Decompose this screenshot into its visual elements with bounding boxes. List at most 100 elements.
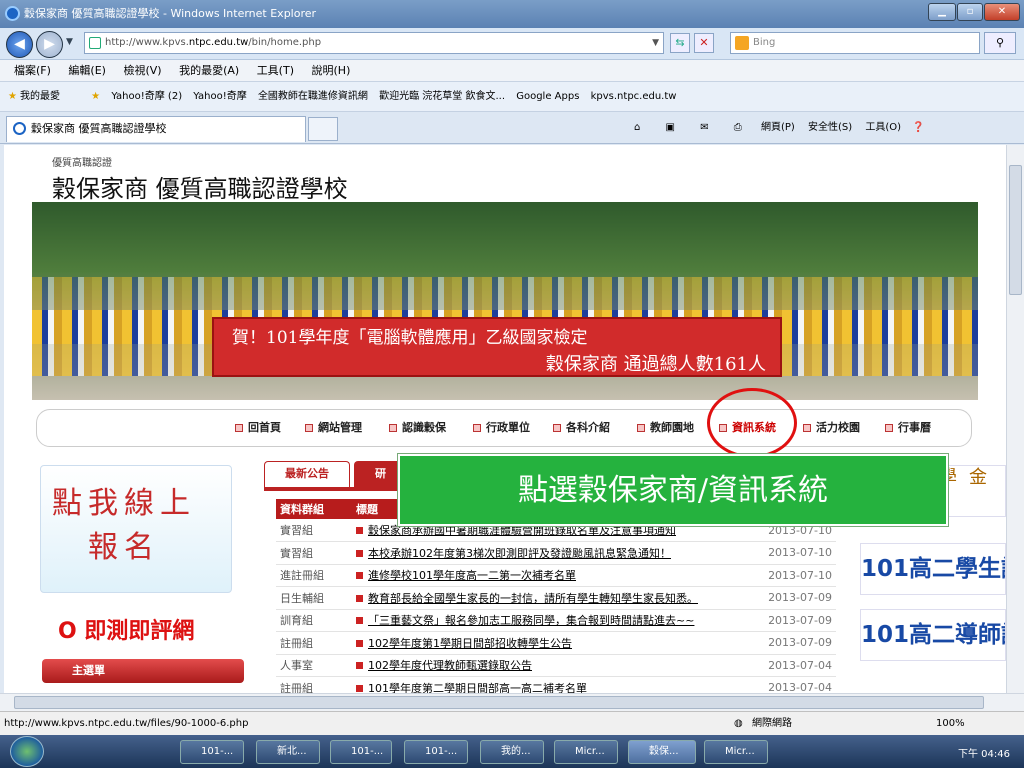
favorites-bar: ★ 我的最愛 ★ Yahoo!奇摩 (2) Yahoo!奇摩 全國教師在職進修資訊… bbox=[0, 82, 1024, 112]
address-dropdown-icon[interactable]: ▼ bbox=[652, 33, 659, 53]
nav-about[interactable]: 認識穀保 bbox=[389, 410, 446, 446]
search-placeholder: Bing bbox=[753, 37, 776, 48]
tab-active[interactable]: 穀保家商 優質高職認證學校 bbox=[6, 116, 306, 142]
print-icon[interactable]: ⎙ bbox=[734, 122, 742, 133]
news-date: 2013-07-04 bbox=[752, 676, 836, 693]
banner-photo: 賀！101學年度「電腦軟體應用」乙級國家檢定 穀保家商 通過總人數161人 bbox=[32, 202, 978, 400]
student-survey-image[interactable]: 101高二學生調 bbox=[860, 543, 1006, 595]
news-title-link[interactable]: 102學年度第1學期日間部招收轉學生公告 bbox=[352, 631, 752, 655]
search-button[interactable]: ⚲ bbox=[984, 32, 1016, 54]
windows-taskbar: 101-... 新北... 101-... 101-... 我的... Micr… bbox=[0, 735, 1024, 768]
task-ie-active[interactable]: 穀保... bbox=[628, 740, 696, 764]
task-101-b[interactable]: 101-... bbox=[330, 740, 392, 764]
vscroll-thumb[interactable] bbox=[1009, 165, 1022, 295]
fav-yahoo[interactable]: Yahoo!奇摩 bbox=[193, 91, 246, 102]
compat-view-icon[interactable]: ⇆ bbox=[670, 33, 690, 53]
help-icon[interactable]: ❓ bbox=[912, 122, 924, 133]
tab-latest-news[interactable]: 最新公告 bbox=[264, 461, 350, 487]
task-my[interactable]: 我的... bbox=[480, 740, 544, 764]
menu-tools[interactable]: 工具(T) bbox=[257, 64, 294, 77]
menu-view[interactable]: 檢視(V) bbox=[123, 64, 161, 77]
online-register-banner[interactable]: 點我線上報名 bbox=[40, 465, 232, 593]
cmd-page[interactable]: 網頁(P) bbox=[761, 122, 795, 133]
menu-help[interactable]: 說明(H) bbox=[312, 64, 351, 77]
news-group: 實習組 bbox=[276, 519, 352, 542]
news-title-link[interactable]: 102學年度代理教師甄選錄取公告 bbox=[352, 654, 752, 677]
menu-edit[interactable]: 編輯(E) bbox=[68, 64, 106, 77]
teacher-survey-image[interactable]: 101高二導師調 bbox=[860, 609, 1006, 661]
news-group: 註冊組 bbox=[276, 631, 352, 655]
address-toolbar: ◀ ▶ ▼ http://www.kpvs.ntpc.edu.tw/bin/ho… bbox=[0, 28, 1024, 60]
bullet-icon bbox=[356, 684, 363, 692]
back-button[interactable]: ◀ bbox=[6, 31, 33, 58]
minimize-button[interactable]: ▁ bbox=[928, 3, 956, 21]
news-row: 實習組 本校承辦102年度第3梯次即測即評及發證颱風訊息緊急通知！ 2013-07-… bbox=[276, 541, 836, 565]
nav-campus[interactable]: 活力校園 bbox=[803, 410, 860, 446]
fav-huanhua[interactable]: 歡迎光臨 浣花草堂 飲食文... bbox=[379, 91, 505, 102]
col-group: 資料群組 bbox=[276, 499, 352, 519]
search-input[interactable]: Bing bbox=[730, 32, 980, 54]
nav-admin-units[interactable]: 行政單位 bbox=[473, 410, 530, 446]
nav-calendar[interactable]: 行事曆 bbox=[885, 410, 931, 446]
nav-home[interactable]: 回首頁 bbox=[235, 410, 281, 446]
page-viewport: 優質高職認證 穀保家商 優質高職認證學校 賀！101學年度「電腦軟體應用」乙級國… bbox=[4, 145, 1006, 693]
bullet-icon bbox=[356, 662, 363, 670]
register-text: 點我線上報名 bbox=[52, 486, 196, 565]
hscroll-thumb[interactable] bbox=[14, 696, 984, 709]
page-crumb: 優質高職認證 bbox=[52, 158, 112, 169]
feeds-icon[interactable]: ▣ bbox=[666, 122, 675, 133]
task-excel[interactable]: Micr... bbox=[554, 740, 618, 764]
news-row: 人事室 102學年度代理教師甄選錄取公告 2013-07-04 bbox=[276, 654, 836, 677]
nav-departments[interactable]: 各科介紹 bbox=[553, 410, 610, 446]
nav-teachers[interactable]: 教師園地 bbox=[637, 410, 694, 446]
mail-icon[interactable]: ✉ bbox=[700, 122, 708, 133]
news-title-link[interactable]: 本校承辦102年度第3梯次即測即評及發證颱風訊息緊急通知！ bbox=[352, 541, 752, 565]
fav-teacher-net[interactable]: 全國教師在職進修資訊網 bbox=[258, 91, 368, 102]
quiz-link[interactable]: O 即測即評網 bbox=[58, 613, 194, 645]
banner-line1: 賀！101學年度「電腦軟體應用」乙級國家檢定 bbox=[232, 328, 588, 348]
fav-yahoo-2[interactable]: Yahoo!奇摩 (2) bbox=[111, 91, 182, 102]
bullet-icon bbox=[356, 527, 363, 534]
bullet-icon bbox=[356, 639, 363, 647]
address-input[interactable]: http://www.kpvs.ntpc.edu.tw/bin/home.php… bbox=[84, 32, 664, 54]
news-row: 進註冊組 進修學校101學年度高一二第一次補考名單 2013-07-10 bbox=[276, 564, 836, 587]
cmd-tools[interactable]: 工具(O) bbox=[865, 122, 901, 133]
forward-button[interactable]: ▶ bbox=[36, 31, 63, 58]
history-dropdown-icon[interactable]: ▼ bbox=[66, 37, 73, 47]
fav-favorites[interactable]: 我的最愛 bbox=[20, 91, 60, 102]
close-button[interactable]: ✕ bbox=[984, 3, 1020, 21]
news-group: 日生輔組 bbox=[276, 586, 352, 610]
news-title-link[interactable]: 教育部長給全國學生家長的一封信，請所有學生轉知學生家長知悉。 bbox=[352, 586, 752, 610]
fav-google-apps[interactable]: Google Apps bbox=[516, 91, 579, 102]
bullet-icon bbox=[356, 617, 363, 625]
news-date: 2013-07-04 bbox=[752, 654, 836, 677]
add-favorite-icon[interactable]: ★ bbox=[91, 91, 100, 102]
news-title-link[interactable]: 「三重藝文祭」報名參加志工服務同學，集合報到時間請點進去~~ bbox=[352, 609, 752, 632]
status-bar: http://www.kpvs.ntpc.edu.tw/files/90-100… bbox=[0, 711, 1024, 735]
news-title-link[interactable]: 進修學校101學年度高一二第一次補考名單 bbox=[352, 564, 752, 587]
bullet-icon bbox=[356, 594, 363, 602]
news-group: 實習組 bbox=[276, 541, 352, 565]
task-101-a[interactable]: 101-... bbox=[180, 740, 244, 764]
menu-favorites[interactable]: 我的最愛(A) bbox=[179, 64, 239, 77]
maximize-button[interactable]: ▫ bbox=[957, 3, 983, 21]
cmd-safety[interactable]: 安全性(S) bbox=[808, 122, 852, 133]
task-101-c[interactable]: 101-... bbox=[404, 740, 468, 764]
new-tab-button[interactable] bbox=[308, 117, 338, 141]
zoom-level[interactable]: 100% bbox=[936, 712, 965, 736]
nav-admin[interactable]: 網站管理 bbox=[305, 410, 362, 446]
main-menu-header[interactable]: 主選單 bbox=[42, 659, 244, 683]
stop-button[interactable]: ✕ bbox=[694, 33, 714, 53]
task-powerpoint[interactable]: Micr... bbox=[704, 740, 768, 764]
fav-kpvs[interactable]: kpvs.ntpc.edu.tw bbox=[591, 91, 677, 102]
horizontal-scrollbar[interactable] bbox=[0, 693, 1024, 711]
home-icon[interactable]: ⌂ bbox=[634, 122, 640, 133]
news-title-link[interactable]: 101學年度第二學期日間部高一高二補考名單 bbox=[352, 676, 752, 693]
start-button[interactable] bbox=[10, 736, 44, 767]
tab-research[interactable]: 研 bbox=[354, 461, 402, 487]
menu-file[interactable]: 檔案(F) bbox=[14, 64, 51, 77]
task-xinbei[interactable]: 新北... bbox=[256, 740, 320, 764]
bullet-icon bbox=[356, 572, 363, 580]
news-group: 人事室 bbox=[276, 654, 352, 677]
vertical-scrollbar[interactable] bbox=[1006, 145, 1024, 693]
